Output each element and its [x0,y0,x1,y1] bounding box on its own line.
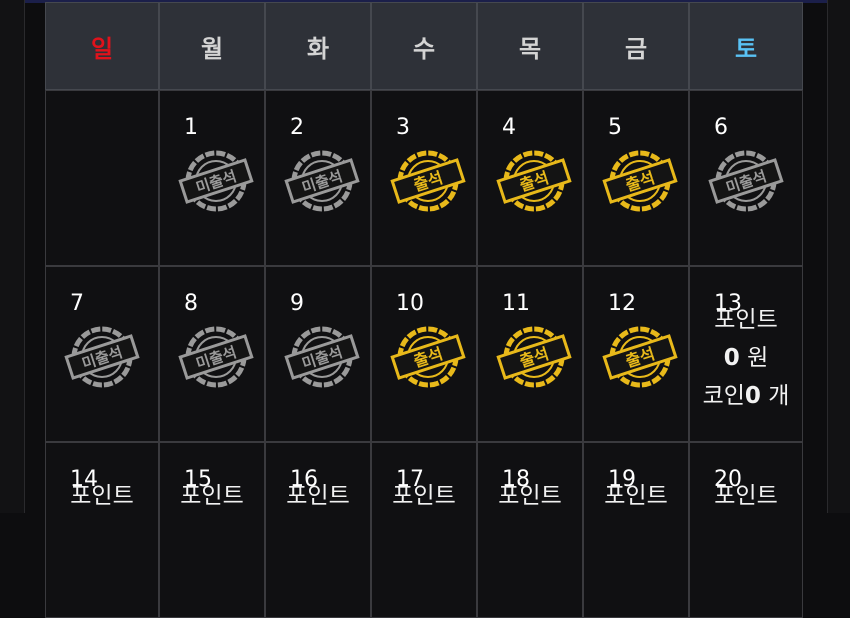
reward-summary: 포인트 [46,477,158,515]
day-number: 2 [290,115,304,140]
attendance-calendar: 일 월 화 수 목 금 토 1 미출석 2 미출석 3 출석 4 출석 5 출석 6 미출석 7 미출석 8 미출석 9 미출석… [45,2,803,618]
calendar-day-8[interactable]: 8 미출석 [159,266,265,442]
reward-summary: 포인트 [584,477,688,515]
absence-stamp-icon: 미출석 [284,150,360,212]
calendar-day-2[interactable]: 2 미출석 [265,90,371,266]
absence-stamp-icon: 미출석 [178,326,254,388]
reward-summary: 포인트 [372,477,476,515]
weekday-header-mon: 월 [159,2,265,90]
calendar-day-7[interactable]: 7 미출석 [45,266,159,442]
calendar-day-17[interactable]: 17 포인트 [371,442,477,618]
attendance-stamp-icon: 출석 [496,150,572,212]
absence-stamp-icon: 미출석 [178,150,254,212]
point-label: 포인트 [70,483,134,509]
day-number: 4 [502,115,516,140]
right-margin [827,0,850,513]
reward-summary: 포인트 [690,477,802,515]
calendar-day-19[interactable]: 19 포인트 [583,442,689,618]
point-value: 0 [723,345,740,371]
absence-stamp-icon: 미출석 [64,326,140,388]
absence-stamp-icon: 미출석 [284,326,360,388]
weekday-header-tue: 화 [265,2,371,90]
weekday-header-thu: 목 [477,2,583,90]
day-number: 3 [396,115,410,140]
attendance-stamp-icon: 출석 [390,326,466,388]
day-number: 1 [184,115,198,140]
day-number: 6 [714,115,728,140]
calendar-day-6[interactable]: 6 미출석 [689,90,803,266]
calendar-day-11[interactable]: 11 출석 [477,266,583,442]
reward-summary: 포인트 [160,477,264,515]
weekday-header-wed: 수 [371,2,477,90]
calendar-day-3[interactable]: 3 출석 [371,90,477,266]
calendar-day-9[interactable]: 9 미출석 [265,266,371,442]
point-label: 포인트 [180,483,244,509]
coin-label: 코인 [702,383,745,409]
day-number: 9 [290,291,304,316]
attendance-stamp-icon: 출석 [496,326,572,388]
point-label: 포인트 [714,483,778,509]
point-label: 포인트 [286,483,350,509]
coin-unit: 개 [768,383,790,409]
calendar-day-4[interactable]: 4 출석 [477,90,583,266]
calendar-day-12[interactable]: 12 출석 [583,266,689,442]
reward-summary: 포인트 [478,477,582,515]
reward-summary: 포인트 0 원 코인0 개 [690,301,802,415]
point-label: 포인트 [392,483,456,509]
calendar-day-empty [45,90,159,266]
day-number: 8 [184,291,198,316]
day-number: 5 [608,115,622,140]
calendar-day-10[interactable]: 10 출석 [371,266,477,442]
calendar-day-18[interactable]: 18 포인트 [477,442,583,618]
reward-summary: 포인트 [266,477,370,515]
attendance-stamp-icon: 출석 [390,150,466,212]
calendar-day-13[interactable]: 13 포인트 0 원 코인0 개 [689,266,803,442]
attendance-stamp-icon: 출석 [602,150,678,212]
day-number: 12 [608,291,636,316]
calendar-day-20[interactable]: 20 포인트 [689,442,803,618]
point-label: 포인트 [498,483,562,509]
attendance-stamp-icon: 출석 [602,326,678,388]
weekday-header-sat: 토 [689,2,803,90]
calendar-day-16[interactable]: 16 포인트 [265,442,371,618]
point-unit: 원 [747,345,769,371]
calendar-day-14[interactable]: 14 포인트 [45,442,159,618]
point-label: 포인트 [604,483,668,509]
weekday-header-fri: 금 [583,2,689,90]
calendar-day-15[interactable]: 15 포인트 [159,442,265,618]
calendar-day-1[interactable]: 1 미출석 [159,90,265,266]
day-number: 10 [396,291,424,316]
day-number: 7 [70,291,84,316]
day-number: 11 [502,291,530,316]
absence-stamp-icon: 미출석 [708,150,784,212]
left-margin [0,0,25,513]
calendar-day-5[interactable]: 5 출석 [583,90,689,266]
weekday-header-sun: 일 [45,2,159,90]
coin-value: 0 [744,383,761,409]
point-label: 포인트 [714,307,778,333]
